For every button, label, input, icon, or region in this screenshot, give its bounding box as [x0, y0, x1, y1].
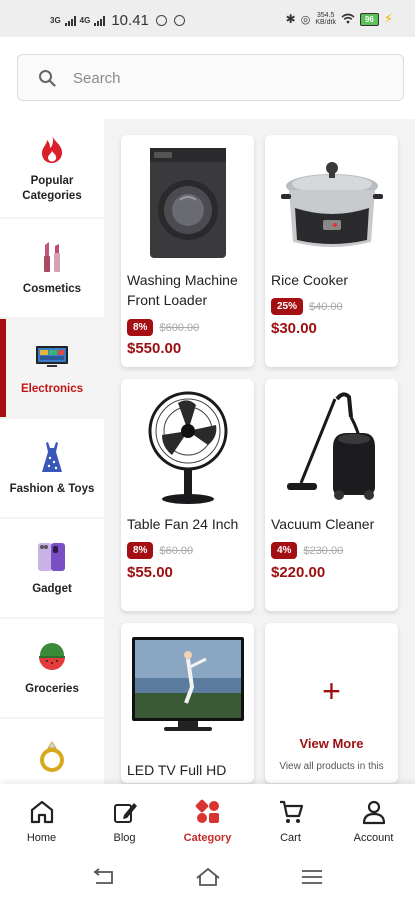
- alarm-icon: ◎: [300, 13, 311, 26]
- category-icon: [194, 798, 222, 826]
- blog-edit-icon: [111, 798, 139, 826]
- sidebar-item-cosmetics[interactable]: Cosmetics: [0, 219, 104, 317]
- sidebar-item-label: Electronics: [21, 382, 83, 395]
- screen: 3G 4G 10.41 ✱ ◎ 354.5 KB/dtk 96 ⚡ Search…: [0, 0, 415, 900]
- battery-icon: 96: [359, 12, 379, 26]
- home-system-icon[interactable]: [195, 866, 221, 888]
- product-name: Vacuum Cleaner: [271, 516, 375, 532]
- table-fan-image: [121, 379, 254, 514]
- nav-label: Home: [26, 832, 57, 844]
- ring-icon: [35, 739, 69, 773]
- product-price: $220.00: [271, 564, 326, 581]
- discount-badge: 8%: [127, 319, 154, 336]
- product-price: $550.00: [127, 340, 182, 357]
- home-icon: [28, 798, 56, 826]
- nav-label: Account: [353, 832, 394, 844]
- product-card-rice-cooker[interactable]: Rice Cooker 25% $40.00 $30.00: [265, 135, 398, 367]
- charging-icon: ⚡: [383, 11, 393, 26]
- sidebar-item-fashion-toys[interactable]: Fashion & Toys: [0, 419, 104, 517]
- old-price: $40.00: [309, 300, 343, 313]
- nav-blog[interactable]: Blog: [83, 784, 166, 856]
- account-icon: [360, 798, 388, 826]
- cart-icon: [277, 798, 305, 826]
- menu-icon[interactable]: [299, 866, 325, 888]
- product-name: Rice Cooker: [271, 272, 349, 288]
- nav-label: Cart: [280, 832, 301, 844]
- system-navigation: [0, 856, 415, 900]
- product-name: Washing Machine Front Loader: [127, 272, 238, 308]
- sidebar-item-electronics[interactable]: Electronics: [0, 319, 104, 417]
- product-name: Table Fan 24 Inch: [127, 516, 239, 532]
- product-card-led-tv[interactable]: LED TV Full HD: [121, 623, 254, 783]
- nav-cart[interactable]: Cart: [249, 784, 332, 856]
- product-price: $55.00: [127, 564, 173, 581]
- discount-badge: 8%: [127, 542, 154, 559]
- lipstick-icon: [35, 240, 69, 274]
- led-tv-image: [121, 623, 254, 758]
- category-sidebar: Popular Categories Cosmetics Electronics…: [0, 119, 104, 784]
- bottom-navigation: Home Blog Category Cart Account: [0, 784, 415, 856]
- product-card-washing-machine[interactable]: Washing Machine Front Loader 8% $600.00 …: [121, 135, 254, 367]
- search-box[interactable]: [17, 54, 404, 101]
- plus-icon: +: [322, 673, 341, 709]
- whatsapp-icon-2: [173, 15, 185, 26]
- sidebar-item-label: Popular Categories: [22, 175, 82, 202]
- product-card-vacuum-cleaner[interactable]: Vacuum Cleaner 4% $230.00 $220.00: [265, 379, 398, 611]
- search-bar-area: [0, 37, 415, 119]
- network-speed: 354.5 KB/dtk: [315, 12, 336, 26]
- nav-label: Category: [183, 832, 232, 844]
- status-bar: 3G 4G 10.41 ✱ ◎ 354.5 KB/dtk 96 ⚡: [0, 0, 415, 37]
- view-more-sublabel: View all products in this: [279, 761, 384, 772]
- phone-icon: [35, 540, 69, 574]
- search-input[interactable]: [73, 67, 373, 89]
- network-type-2: 4G: [79, 15, 91, 25]
- fire-icon: [35, 132, 69, 166]
- washing-machine-image: [121, 135, 254, 270]
- nav-home[interactable]: Home: [0, 784, 83, 856]
- nav-label: Blog: [113, 832, 136, 844]
- old-price: $600.00: [159, 321, 200, 334]
- view-more-label: View More: [299, 736, 364, 751]
- product-name: LED TV Full HD: [127, 762, 227, 778]
- sidebar-item-label: Groceries: [25, 682, 79, 695]
- speed-unit: KB/dtk: [315, 19, 336, 26]
- back-icon[interactable]: [91, 866, 117, 888]
- watermelon-icon: [35, 640, 69, 674]
- product-price: $30.00: [271, 320, 317, 337]
- tv-icon: [35, 340, 69, 374]
- nav-category[interactable]: Category: [166, 784, 249, 856]
- view-more-card[interactable]: + View More View all products in this: [265, 623, 398, 783]
- sidebar-item-label: Gadget: [32, 582, 72, 595]
- whatsapp-icon: [155, 15, 167, 26]
- sidebar-item-groceries[interactable]: Groceries: [0, 619, 104, 717]
- bluetooth-icon: ✱: [285, 12, 296, 26]
- wifi-icon: [341, 12, 355, 27]
- sidebar-item-label: Cosmetics: [22, 282, 82, 295]
- sidebar-item-label: Fashion & Toys: [9, 482, 95, 495]
- old-price: $60.00: [159, 544, 194, 557]
- sidebar-item-gadget[interactable]: Gadget: [0, 519, 104, 617]
- sidebar-item-jewelry[interactable]: [0, 719, 104, 784]
- clock: 10.41: [111, 12, 149, 29]
- old-price: $230.00: [303, 544, 344, 557]
- speed-value: 354.5: [316, 12, 335, 19]
- rice-cooker-image: [265, 135, 398, 270]
- sidebar-item-popular-categories[interactable]: Popular Categories: [0, 119, 104, 217]
- search-icon: [39, 70, 56, 87]
- nav-account[interactable]: Account: [332, 784, 415, 856]
- dress-icon: [35, 440, 69, 474]
- product-grid: Washing Machine Front Loader 8% $600.00 …: [104, 119, 415, 784]
- discount-badge: 25%: [271, 298, 304, 315]
- network-type-1: 3G: [50, 15, 61, 25]
- discount-badge: 4%: [271, 542, 298, 559]
- signal-icon-2: [94, 15, 106, 26]
- vacuum-cleaner-image: [265, 379, 398, 514]
- product-card-table-fan[interactable]: Table Fan 24 Inch 8% $60.00 $55.00: [121, 379, 254, 611]
- signal-icon: [64, 15, 76, 26]
